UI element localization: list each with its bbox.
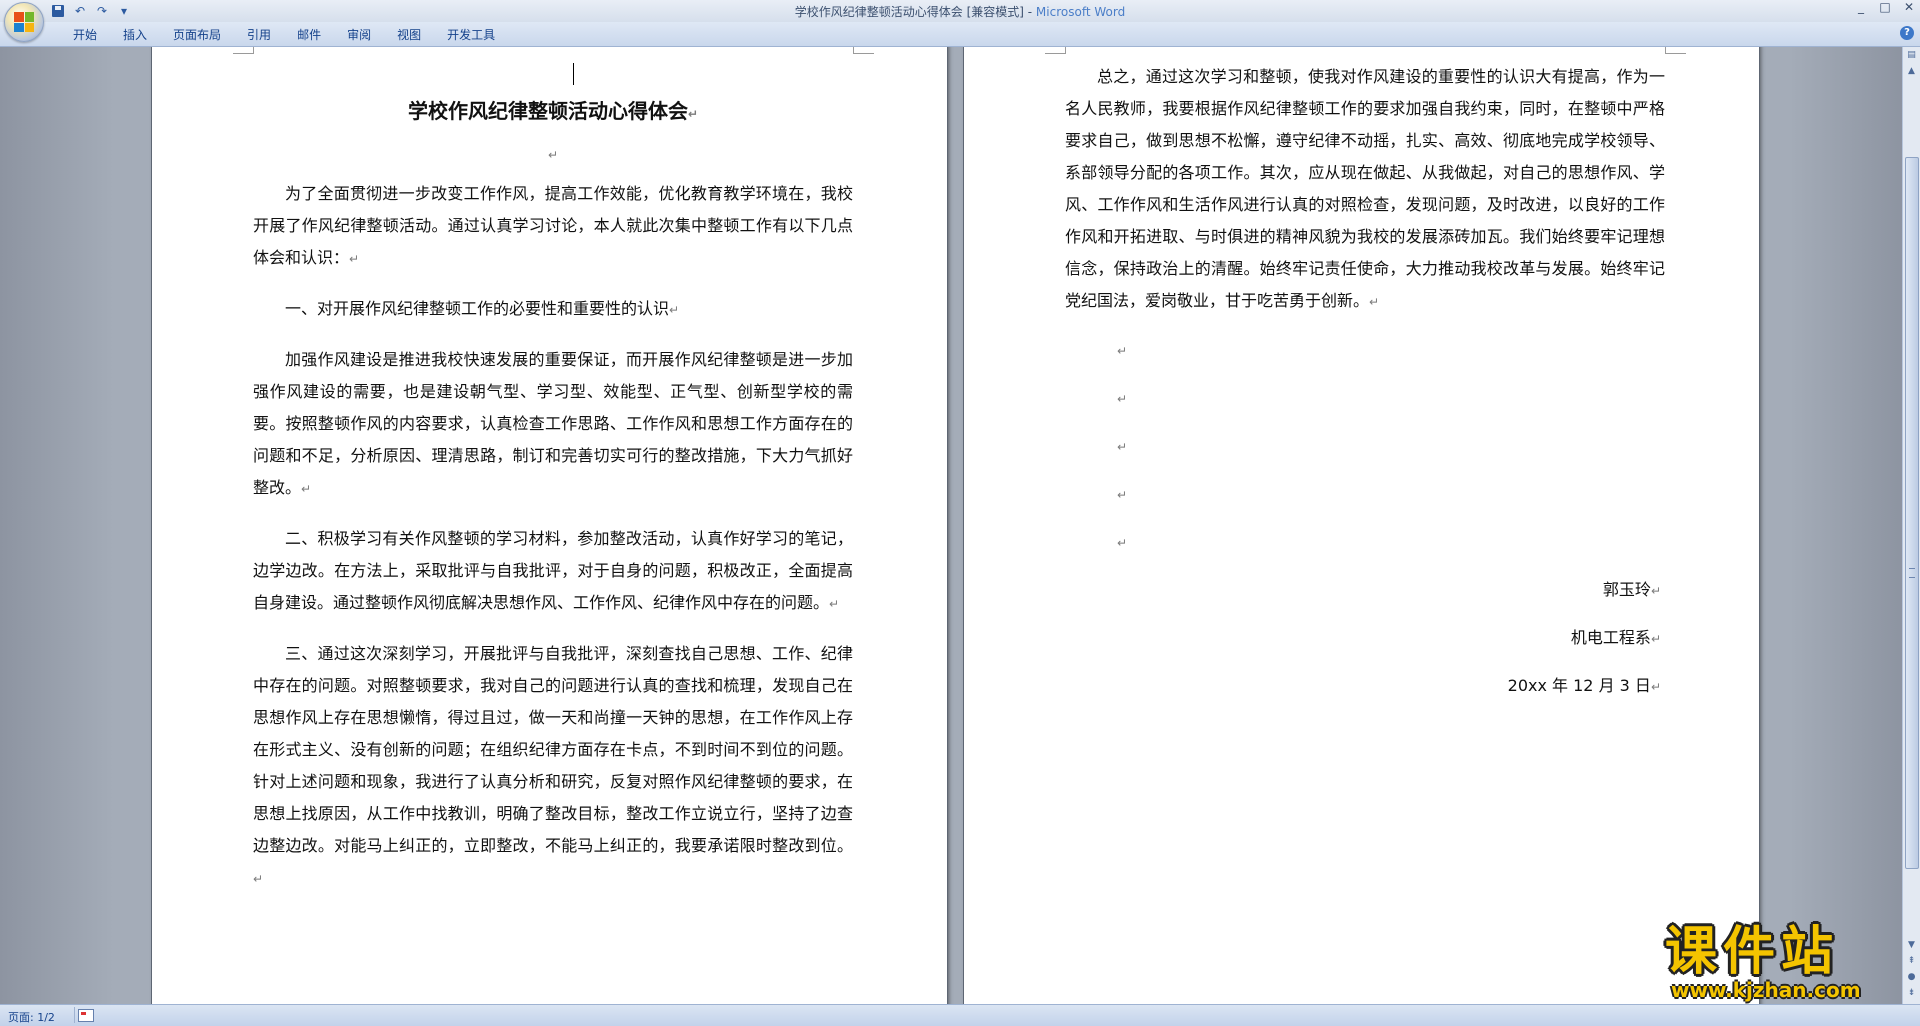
close-button[interactable]: ✕ bbox=[1902, 0, 1916, 14]
page-2[interactable]: 总之，通过这次学习和整顿，使我对作风建设的重要性的认识大有提高，作为一名人民教师… bbox=[964, 47, 1759, 1004]
signature-name: 郭玉玲↵ bbox=[1602, 580, 1661, 599]
site-watermark: 课件站 www.kjzhan.com bbox=[1665, 922, 1905, 1002]
margin-corner bbox=[1045, 47, 1066, 54]
tab-home[interactable]: 开始 bbox=[60, 27, 110, 43]
paragraph: 二、积极学习有关作风整顿的学习材料，参加整改活动，认真作好学习的笔记，边学边改。… bbox=[253, 529, 853, 612]
paragraph: 加强作风建设是推进我校快速发展的重要保证，而开展作风纪律整顿是进一步加强作风建设… bbox=[253, 350, 853, 497]
previous-page-icon[interactable]: ⇞ bbox=[1904, 954, 1919, 969]
tab-review[interactable]: 审阅 bbox=[334, 27, 384, 43]
margin-corner bbox=[1665, 47, 1686, 54]
scrollbar-thumb[interactable] bbox=[1905, 157, 1919, 869]
page-1-body: 学校作风纪律整顿活动心得体会↵ ↵ 为了全面贯彻进一步改变工作作风，提高工作效能… bbox=[253, 51, 853, 895]
signature-date: 20xx 年 12 月 3 日↵ bbox=[1507, 676, 1661, 695]
paragraph: 总之，通过这次学习和整顿，使我对作风建设的重要性的认识大有提高，作为一名人民教师… bbox=[1065, 67, 1665, 310]
document-name: 学校作风纪律整顿活动心得体会 [兼容模式] - bbox=[794, 5, 1036, 19]
paragraph: 三、通过这次深刻学习，开展批评与自我批评，深刻查找自己思想、工作、纪律中存在的问… bbox=[253, 644, 853, 886]
app-name: Microsoft Word bbox=[1035, 5, 1126, 19]
tab-developer[interactable]: 开发工具 bbox=[434, 27, 508, 43]
empty-paragraph: ↵ bbox=[547, 148, 559, 162]
status-divider bbox=[74, 1007, 75, 1023]
macro-recording-icon[interactable] bbox=[78, 1009, 94, 1022]
document-workspace[interactable]: 学校作风纪律整顿活动心得体会↵ ↵ 为了全面贯彻进一步改变工作作风，提高工作效能… bbox=[0, 47, 1903, 1004]
maximize-button[interactable]: □ bbox=[1878, 0, 1892, 14]
empty-paragraph: ↵ bbox=[1117, 536, 1128, 550]
tab-view[interactable]: 视图 bbox=[384, 27, 434, 43]
title-bar: ↶ ↷ ▾ 学校作风纪律整顿活动心得体会 [兼容模式] - Microsoft … bbox=[0, 0, 1920, 22]
ruler-toggle-icon[interactable]: ▤ bbox=[1904, 48, 1919, 63]
tab-page-layout[interactable]: 页面布局 bbox=[160, 27, 234, 43]
status-bar: 页面: 1/2 bbox=[0, 1004, 1920, 1026]
section-heading: 一、对开展作风纪律整顿工作的必要性和重要性的认识↵ bbox=[285, 299, 680, 318]
window-controls: _ □ ✕ bbox=[1854, 0, 1916, 14]
page-1[interactable]: 学校作风纪律整顿活动心得体会↵ ↵ 为了全面贯彻进一步改变工作作风，提高工作效能… bbox=[152, 47, 947, 1004]
scroll-down-icon[interactable]: ▼ bbox=[1904, 938, 1919, 953]
vertical-scrollbar[interactable]: ▤ ▲ ▼ ⇞ ● ⇟ bbox=[1902, 47, 1920, 1004]
margin-corner bbox=[233, 47, 254, 54]
scrollbar-bottom-controls: ▼ ⇞ ● ⇟ bbox=[1903, 937, 1920, 1002]
watermark-url: www.kjzhan.com bbox=[1671, 978, 1861, 1002]
paragraph: 为了全面贯彻进一步改变工作作风，提高工作效能，优化教育教学环境在，我校开展了作风… bbox=[253, 184, 853, 267]
office-logo-icon bbox=[14, 12, 34, 32]
document-title: 学校作风纪律整顿活动心得体会↵ bbox=[407, 99, 699, 123]
minimize-button[interactable]: _ bbox=[1854, 0, 1868, 14]
select-browse-object-icon[interactable]: ● bbox=[1904, 970, 1919, 985]
window-title: 学校作风纪律整顿活动心得体会 [兼容模式] - Microsoft Word bbox=[0, 3, 1920, 20]
signature-department: 机电工程系↵ bbox=[1570, 628, 1661, 647]
tab-references[interactable]: 引用 bbox=[234, 27, 284, 43]
empty-paragraph: ↵ bbox=[1117, 392, 1128, 406]
watermark-logo-text: 课件站 bbox=[1665, 922, 1840, 982]
scroll-up-icon[interactable]: ▲ bbox=[1904, 64, 1919, 79]
page-2-body: 总之，通过这次学习和整顿，使我对作风建设的重要性的认识大有提高，作为一名人民教师… bbox=[1065, 61, 1665, 718]
next-page-icon[interactable]: ⇟ bbox=[1904, 986, 1919, 1001]
tab-mailings[interactable]: 邮件 bbox=[284, 27, 334, 43]
tab-insert[interactable]: 插入 bbox=[110, 27, 160, 43]
empty-paragraph: ↵ bbox=[1117, 440, 1128, 454]
page-indicator[interactable]: 页面: 1/2 bbox=[8, 1009, 55, 1025]
office-button[interactable] bbox=[4, 2, 44, 42]
margin-corner bbox=[853, 47, 874, 54]
help-icon[interactable]: ? bbox=[1900, 26, 1914, 40]
scrollbar-grip bbox=[1909, 568, 1915, 578]
ribbon-tabs: 开始 插入 页面布局 引用 邮件 审阅 视图 开发工具 ? bbox=[0, 22, 1920, 47]
empty-paragraph: ↵ bbox=[1117, 344, 1128, 358]
empty-paragraph: ↵ bbox=[1117, 488, 1128, 502]
